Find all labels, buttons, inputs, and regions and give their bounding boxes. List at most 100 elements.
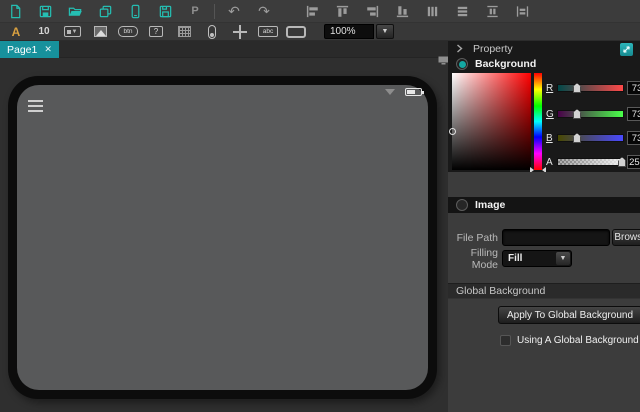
button-widget-button[interactable]: btn bbox=[114, 24, 142, 40]
background-radio[interactable] bbox=[456, 58, 468, 70]
container-widget-icon bbox=[286, 26, 306, 38]
blue-channel-label: B bbox=[546, 133, 557, 144]
panel-title: Property bbox=[473, 43, 513, 55]
align-bottom-button[interactable] bbox=[387, 1, 417, 22]
browse-button[interactable]: Browse bbox=[612, 229, 640, 246]
global-background-checkbox[interactable] bbox=[500, 335, 511, 346]
global-background-title: Global Background bbox=[456, 285, 545, 297]
align-bottom-icon bbox=[395, 4, 410, 19]
digital-label-widget-button[interactable]: 10 bbox=[30, 24, 58, 40]
alpha-slider-handle[interactable] bbox=[618, 157, 626, 167]
apply-global-background-button[interactable]: Apply To Global Background bbox=[498, 306, 640, 324]
hue-bar[interactable] bbox=[534, 73, 542, 170]
save-as-icon bbox=[158, 4, 173, 19]
panel-expand-button[interactable] bbox=[620, 43, 633, 56]
image-radio[interactable] bbox=[456, 199, 468, 211]
green-channel-row: G bbox=[546, 107, 640, 121]
blue-slider[interactable] bbox=[557, 134, 624, 142]
background-label: Background bbox=[475, 58, 536, 70]
checkbox-widget-button[interactable]: ? bbox=[142, 24, 170, 40]
green-slider[interactable] bbox=[557, 110, 624, 118]
equal-horizontal-spacing-button[interactable] bbox=[507, 1, 537, 22]
file-path-input[interactable] bbox=[502, 229, 610, 246]
hamburger-menu-icon[interactable] bbox=[28, 100, 43, 115]
slider-widget-icon bbox=[233, 25, 247, 39]
section-gap bbox=[448, 172, 640, 197]
toolbar-separator bbox=[214, 4, 215, 19]
tab-close-icon[interactable]: ✕ bbox=[44, 45, 52, 54]
global-background-header: Global Background bbox=[448, 283, 640, 299]
align-top-button[interactable] bbox=[327, 1, 357, 22]
filling-mode-arrow-icon[interactable]: ▼ bbox=[556, 252, 570, 265]
textbox-widget-button[interactable]: abc bbox=[254, 24, 282, 40]
filling-mode-value: Fill bbox=[503, 253, 522, 264]
red-channel-label: R bbox=[546, 83, 557, 94]
undo-button[interactable]: ↶ bbox=[219, 1, 249, 22]
color-saturation-square[interactable] bbox=[452, 73, 531, 170]
export-button[interactable] bbox=[150, 1, 180, 22]
image-radio-row: Image bbox=[456, 199, 505, 211]
tab-page1[interactable]: Page1 ✕ bbox=[0, 41, 59, 58]
design-canvas[interactable] bbox=[0, 58, 448, 412]
zoom-dropdown-button[interactable]: ▼ bbox=[376, 24, 394, 39]
save-icon bbox=[38, 4, 53, 19]
blue-slider-handle[interactable] bbox=[573, 133, 581, 143]
global-background-checkbox-label: Using A Global Background bbox=[517, 335, 639, 346]
open-folder-icon bbox=[68, 4, 83, 19]
duplicate-screen-button[interactable] bbox=[90, 1, 120, 22]
distribute-vertical-button[interactable] bbox=[447, 1, 477, 22]
equal-horizontal-spacing-icon bbox=[515, 4, 530, 19]
checkbox-widget-icon: ? bbox=[149, 26, 163, 37]
label-widget-button[interactable]: A bbox=[2, 24, 30, 40]
green-value-box[interactable]: 73 bbox=[627, 107, 640, 121]
equal-vertical-spacing-button[interactable] bbox=[477, 1, 507, 22]
blue-channel-row: B bbox=[546, 131, 640, 145]
chevron-right-icon[interactable] bbox=[456, 40, 463, 58]
distribute-horizontal-button[interactable] bbox=[417, 1, 447, 22]
combobox-widget-button[interactable]: ▼ bbox=[58, 24, 86, 40]
color-cursor[interactable] bbox=[449, 128, 456, 135]
textbox-widget-icon: abc bbox=[258, 26, 278, 37]
diagonal-arrows-icon bbox=[622, 45, 631, 54]
filling-mode-label: Filling Mode bbox=[448, 247, 498, 271]
container-widget-button[interactable] bbox=[282, 24, 310, 40]
red-channel-row: R bbox=[546, 81, 640, 95]
equal-vertical-spacing-icon bbox=[485, 4, 500, 19]
align-top-icon bbox=[335, 4, 350, 19]
alpha-slider[interactable] bbox=[557, 158, 624, 166]
zoom-level-input[interactable] bbox=[324, 24, 374, 39]
alpha-value-box[interactable]: 255 bbox=[627, 155, 640, 169]
red-slider[interactable] bbox=[557, 84, 624, 92]
red-value-box[interactable]: 73 bbox=[627, 81, 640, 95]
image-widget-button[interactable] bbox=[86, 24, 114, 40]
green-channel-label: G bbox=[546, 109, 557, 120]
red-slider-handle[interactable] bbox=[573, 83, 581, 93]
image-widget-icon bbox=[94, 26, 107, 37]
blue-value-box[interactable]: 73 bbox=[627, 131, 640, 145]
image-label: Image bbox=[475, 199, 505, 211]
toggle-widget-button[interactable] bbox=[198, 24, 226, 40]
open-button[interactable] bbox=[60, 1, 90, 22]
table-widget-button[interactable] bbox=[170, 24, 198, 40]
preview-button[interactable]: P bbox=[180, 1, 210, 22]
slider-widget-button[interactable] bbox=[226, 24, 254, 40]
filling-mode-select[interactable]: Fill ▼ bbox=[502, 250, 572, 267]
combobox-widget-icon: ▼ bbox=[64, 26, 81, 37]
global-background-checkbox-row: Using A Global Background bbox=[500, 335, 639, 346]
device-screen[interactable] bbox=[17, 85, 428, 390]
align-right-button[interactable] bbox=[357, 1, 387, 22]
filling-mode-row: Filling Mode Fill ▼ bbox=[448, 250, 640, 267]
device-button[interactable] bbox=[120, 1, 150, 22]
new-file-button[interactable] bbox=[0, 1, 30, 22]
alpha-channel-label: A bbox=[546, 157, 557, 168]
distribute-horizontal-icon bbox=[425, 4, 440, 19]
tab-label: Page1 bbox=[7, 44, 37, 56]
align-left-button[interactable] bbox=[297, 1, 327, 22]
redo-button[interactable]: ↷ bbox=[249, 1, 279, 22]
green-slider-handle[interactable] bbox=[573, 109, 581, 119]
distribute-vertical-icon bbox=[455, 4, 470, 19]
phone-icon bbox=[128, 4, 143, 19]
save-button[interactable] bbox=[30, 1, 60, 22]
panel-header: Property bbox=[448, 41, 640, 56]
label-widget-icon: A bbox=[12, 26, 21, 38]
